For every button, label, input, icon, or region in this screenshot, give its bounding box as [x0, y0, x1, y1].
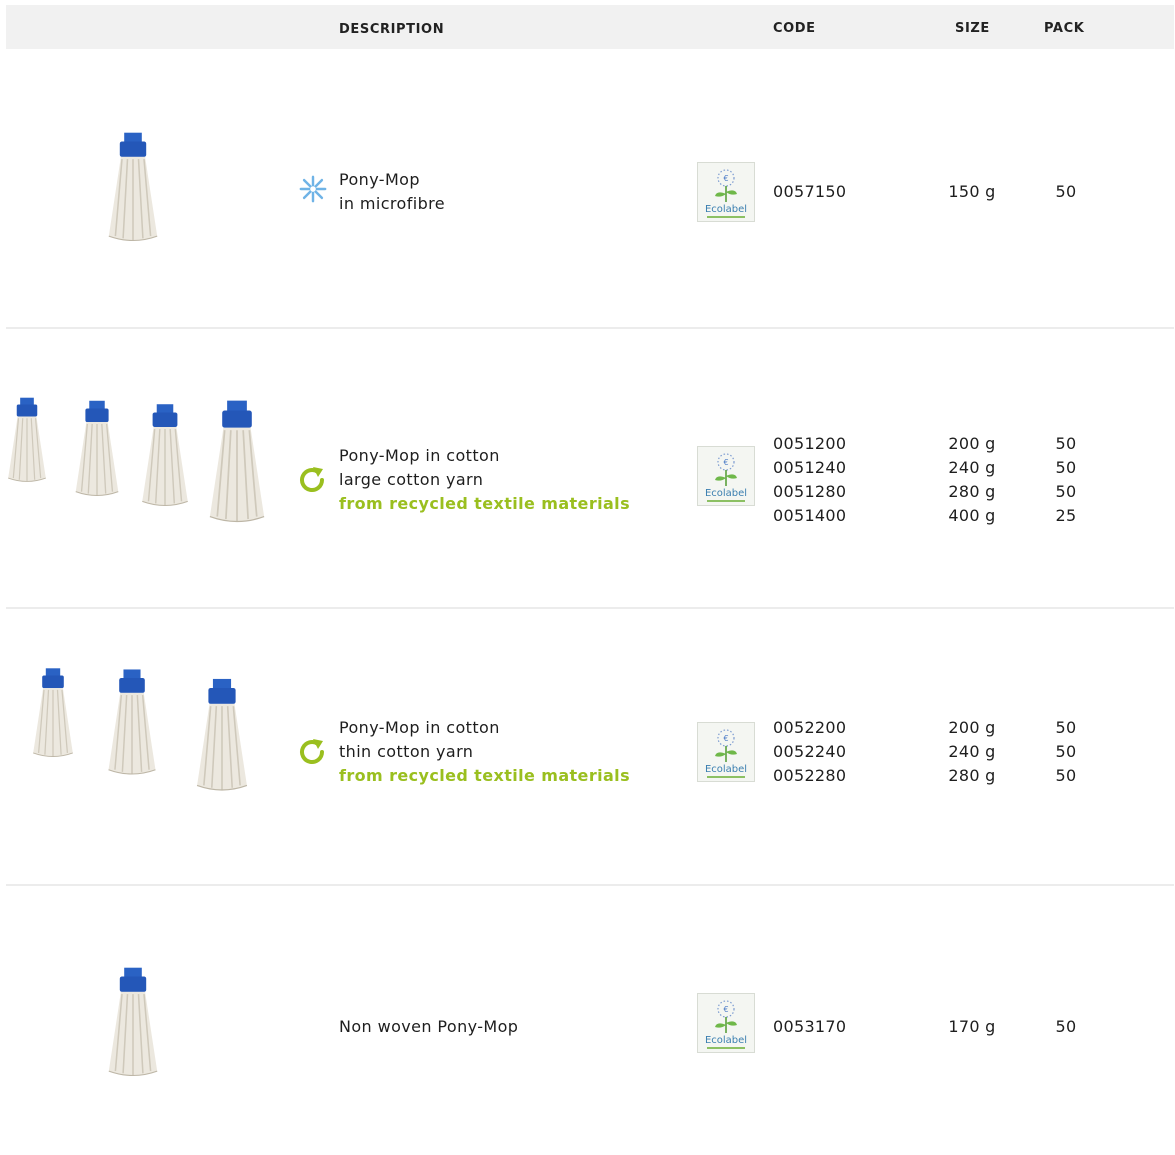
product-code: 0052200: [773, 718, 847, 737]
row-divider: [6, 884, 1174, 886]
table-row: Pony-Mop in cotton large cotton yarn fro…: [0, 330, 1175, 608]
mop-image: [100, 957, 166, 1095]
header-description: DESCRIPTION: [339, 22, 445, 37]
ecolabel-icon: [697, 446, 755, 506]
product-pack: 50: [1055, 1017, 1077, 1036]
mop-image: [100, 664, 164, 788]
size-column: 200 g 240 g 280 g: [940, 716, 1004, 788]
description-line: thin cotton yarn: [339, 742, 474, 761]
description-line: Pony-Mop in cotton: [339, 446, 500, 465]
product-size: 240 g: [948, 742, 996, 761]
description-line: large cotton yarn: [339, 470, 484, 489]
product-size: 240 g: [948, 458, 996, 477]
table-header: DESCRIPTION CODE SIZE PACK: [6, 5, 1174, 49]
row-divider: [6, 607, 1174, 609]
size-column: 170 g: [940, 1015, 1004, 1039]
recycled-note: from recycled textile materials: [339, 494, 630, 513]
product-pack: 50: [1055, 718, 1077, 737]
product-pack: 50: [1055, 182, 1077, 201]
product-code: 0051280: [773, 482, 847, 501]
mop-image: [68, 396, 126, 508]
product-description: Non woven Pony-Mop: [339, 1015, 518, 1039]
mop-image: [188, 664, 256, 814]
product-code: 0051240: [773, 458, 847, 477]
product-pack: 50: [1055, 742, 1077, 761]
recycle-icon: [296, 736, 328, 768]
product-description: Pony-Mop in cotton thin cotton yarn from…: [339, 716, 630, 788]
product-size: 200 g: [948, 434, 996, 453]
recycled-note: from recycled textile materials: [339, 766, 630, 785]
product-size: 280 g: [948, 482, 996, 501]
code-column: 0052200 0052240 0052280: [773, 716, 846, 788]
product-code: 0052240: [773, 742, 847, 761]
table-row: Non woven Pony-Mop 0053170 170 g 50: [0, 887, 1175, 1155]
pack-column: 50 50 50: [1046, 716, 1086, 788]
code-column: 0057150: [773, 180, 846, 204]
header-code: CODE: [773, 21, 816, 36]
description-line: Pony-Mop in cotton: [339, 718, 500, 737]
product-code: 0051200: [773, 434, 847, 453]
size-column: 150 g: [940, 180, 1004, 204]
product-pack: 50: [1055, 458, 1077, 477]
pack-column: 50 50 50 25: [1046, 432, 1086, 528]
description-line: Non woven Pony-Mop: [339, 1017, 519, 1036]
description-line: in microfibre: [339, 194, 446, 213]
product-code: 0057150: [773, 182, 847, 201]
product-size: 280 g: [948, 766, 996, 785]
header-pack: PACK: [1044, 21, 1085, 36]
microfibre-snowflake-icon: [298, 174, 328, 204]
mop-image: [0, 396, 54, 490]
mop-image: [134, 396, 196, 522]
code-column: 0053170: [773, 1015, 846, 1039]
product-size: 150 g: [948, 182, 996, 201]
description-line: Pony-Mop: [339, 170, 420, 189]
size-column: 200 g 240 g 280 g 400 g: [940, 432, 1004, 528]
ecolabel-icon: [697, 162, 755, 222]
mop-image: [100, 130, 166, 252]
product-pack: 50: [1055, 434, 1077, 453]
product-description: Pony-Mop in cotton large cotton yarn fro…: [339, 444, 630, 516]
product-code: 0053170: [773, 1017, 847, 1036]
product-pack: 50: [1055, 482, 1077, 501]
product-size: 200 g: [948, 718, 996, 737]
product-code: 0052280: [773, 766, 847, 785]
ecolabel-icon: [697, 722, 755, 782]
mop-image: [26, 664, 80, 768]
header-size: SIZE: [955, 21, 990, 36]
product-size: 170 g: [948, 1017, 996, 1036]
row-divider: [6, 327, 1174, 329]
table-row: Pony-Mop in cotton thin cotton yarn from…: [0, 610, 1175, 885]
pack-column: 50: [1046, 180, 1086, 204]
code-column: 0051200 0051240 0051280 0051400: [773, 432, 846, 528]
product-pack: 50: [1055, 766, 1077, 785]
recycle-icon: [296, 464, 328, 496]
product-description: Pony-Mop in microfibre: [339, 168, 445, 216]
table-row: Pony-Mop in microfibre 0057150 150 g 50: [0, 50, 1175, 330]
mop-image: [200, 396, 274, 536]
product-size: 400 g: [948, 506, 996, 525]
ecolabel-icon: [697, 993, 755, 1053]
pack-column: 50: [1046, 1015, 1086, 1039]
product-code: 0051400: [773, 506, 847, 525]
product-pack: 25: [1055, 506, 1077, 525]
